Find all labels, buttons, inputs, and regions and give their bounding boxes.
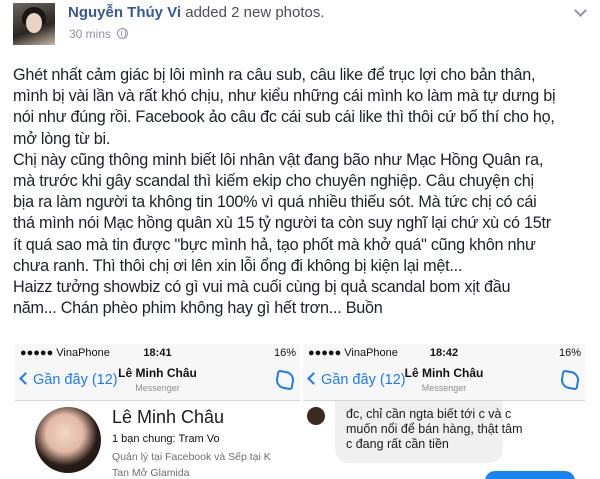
profile-work: Quản lý tại Facebook và Sếp tại K Tan Mở… <box>112 449 271 479</box>
status-time: 18:42 <box>429 347 459 359</box>
phone-status-bar: ●●●●● VinaPhone 18:42 16% <box>303 344 585 363</box>
chat-thread: đc, chỉ cần ngta biết tới c và c muốn nổ… <box>303 401 585 479</box>
contact-title: Lê Minh Châu <box>118 366 197 380</box>
profile-name: Lê Minh Châu <box>112 407 225 427</box>
message-line: đc, chỉ cần ngta biết tới c và c <box>346 407 512 421</box>
post-timestamp[interactable]: 30 mins <box>69 27 129 41</box>
messenger-nav-bar: Gần đây (12) Lê Minh Châu Messenger <box>303 363 585 401</box>
globe-icon <box>117 28 129 39</box>
message-line: c đang rất cần tiền <box>346 437 449 451</box>
author-avatar[interactable] <box>13 3 55 45</box>
profile-card: Lê Minh Châu 1 bạn chung: Tram Vo Quản l… <box>15 401 300 479</box>
work-line: Tan Mở Glamida <box>112 467 190 479</box>
post-options-chevron-icon[interactable] <box>574 6 586 18</box>
post-line: nói như đúng rồi. Facebook ảo câu đc cái… <box>13 108 555 127</box>
status-time: 18:41 <box>143 347 172 359</box>
post-line: bịa ra làm người ta không tin 100% vì qu… <box>13 193 537 212</box>
photo-messenger-chat[interactable]: ●●●●● VinaPhone 18:42 16% Gần đây (12) L… <box>303 344 585 479</box>
work-line: Quản lý tại Facebook và Sếp tại K <box>112 451 271 463</box>
messenger-nav-bar: Gần đây (12) Lê Minh Châu Messenger <box>15 363 300 401</box>
post-action-text: added 2 new photos. <box>181 4 325 21</box>
post-line: mà trước khi gây scandal thì kiếm ekip c… <box>13 172 534 191</box>
outgoing-message-bubble <box>485 471 575 479</box>
post-header: Nguyễn Thúy Vi added 2 new photos. 30 mi… <box>0 0 600 56</box>
post-line: Chị này cũng thông minh biết lôi nhân vậ… <box>13 150 544 169</box>
battery-percent: 16% <box>273 347 296 359</box>
post-line: năm... Chán phèo phim không hay gì hết t… <box>13 299 383 318</box>
post-line: mình bị vài lần và rất khó chịu, như kiể… <box>13 87 556 106</box>
post-line: ít quá sao mà tin được "bực mình hả, tạo… <box>13 235 536 254</box>
sender-avatar <box>307 407 325 425</box>
mutual-friends: 1 bạn chung: Tram Vo <box>112 433 220 445</box>
battery-percent: 16% <box>558 347 581 359</box>
app-subtitle: Messenger <box>135 383 180 393</box>
profile-photo <box>35 407 101 473</box>
contact-title: Lê Minh Châu <box>404 366 484 380</box>
post-author-line: Nguyễn Thúy Vi added 2 new photos. <box>68 4 325 21</box>
post-line: thá mình nói Mạc hồng quân xù 15 tỷ ngườ… <box>13 214 551 233</box>
post-line: chưa ranh. Thì thôi chị ơi lên xin lỗi ổ… <box>13 256 463 275</box>
post-line: mở lòng từ bi. <box>13 129 111 148</box>
photo-messenger-profile[interactable]: ●●●●● VinaPhone 18:41 16% Gần đây (12) L… <box>15 344 300 479</box>
message-line: muốn nổi để bán hàng, thật tâm <box>346 422 523 436</box>
incoming-message-bubble: đc, chỉ cần ngta biết tới c và c muốn nổ… <box>335 401 523 463</box>
post-line: Ghét nhất cảm giác bị lôi mình ra câu su… <box>13 66 536 84</box>
post-text: Ghét nhất cảm giác bị lôi mình ra câu su… <box>13 65 595 319</box>
post-line: Haizz tưởng showbiz có gì vui mà cuối cù… <box>13 278 511 297</box>
author-name-link[interactable]: Nguyễn Thúy Vi <box>68 4 181 21</box>
app-subtitle: Messenger <box>421 383 467 393</box>
phone-status-bar: ●●●●● VinaPhone 18:41 16% <box>15 344 300 363</box>
post-time[interactable]: 30 mins <box>69 27 111 41</box>
